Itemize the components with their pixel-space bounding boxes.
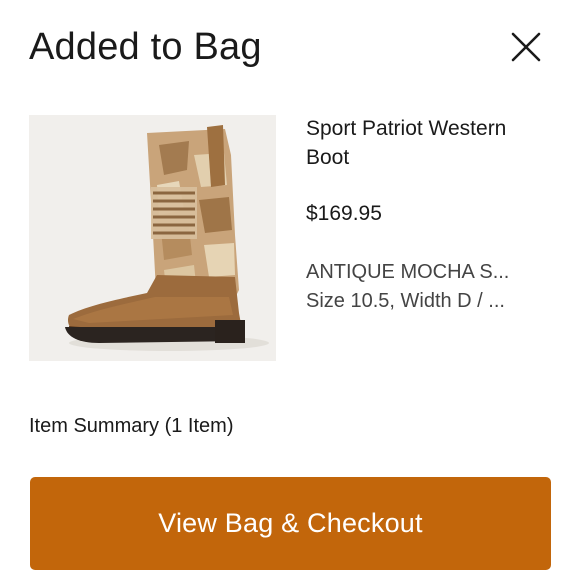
product-variant: ANTIQUE MOCHA S... Size 10.5, Width D / … <box>306 258 552 316</box>
product-image[interactable] <box>29 115 276 361</box>
variant-color: ANTIQUE MOCHA S... <box>306 261 510 283</box>
page-title: Added to Bag <box>29 26 262 68</box>
western-boot-image <box>65 125 269 351</box>
variant-size: Size 10.5, Width D / ... <box>306 290 505 312</box>
product-price: $169.95 <box>306 202 382 225</box>
item-summary-label: Item Summary (1 Item) <box>29 415 234 437</box>
view-bag-checkout-button[interactable]: View Bag & Checkout <box>30 477 551 570</box>
close-button[interactable] <box>505 26 547 68</box>
product-info: Sport Patriot Western Boot $169.95 ANTIQ… <box>306 114 556 316</box>
product-name-line-1[interactable]: Sport Patriot Western <box>306 114 556 143</box>
close-icon[interactable] <box>505 26 547 68</box>
product-name[interactable]: Sport Patriot Western Boot <box>306 114 556 172</box>
product-name-line-2[interactable]: Boot <box>306 143 556 172</box>
